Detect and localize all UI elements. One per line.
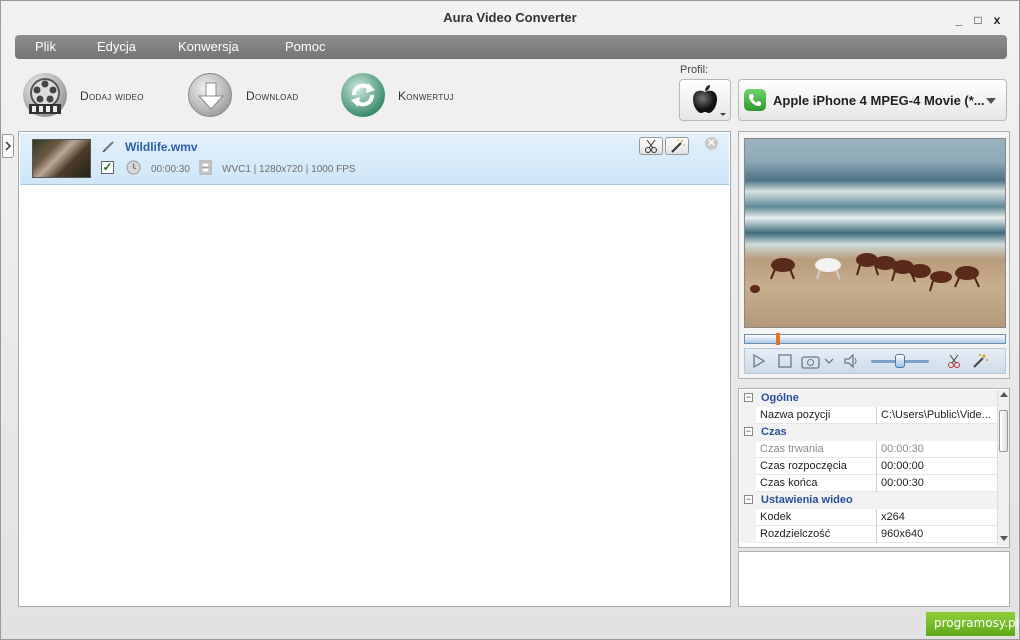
effects-wand-icon[interactable] xyxy=(971,353,989,369)
add-video-label: Dodaj wideo xyxy=(80,89,144,103)
sidebar-toggle-button[interactable] xyxy=(2,134,14,158)
section-label: Ogólne xyxy=(761,392,799,404)
menu-bar: Plik Edycja Konwersja Pomoc xyxy=(15,35,1007,59)
chevron-down-icon xyxy=(986,98,996,104)
video-preview xyxy=(744,138,1006,328)
property-row[interactable]: Kodek x264 xyxy=(740,509,997,526)
apple-logo-icon xyxy=(693,85,726,116)
menu-konwersja[interactable]: Konwersja xyxy=(178,39,239,54)
file-video-info: WVC1 | 1280x720 | 1000 FPS xyxy=(222,164,356,175)
volume-icon[interactable] xyxy=(843,353,861,369)
file-name[interactable]: Wildlife.wmv xyxy=(125,140,198,154)
player-controls xyxy=(744,348,1006,374)
volume-slider-handle[interactable] xyxy=(895,354,905,368)
film-reel-icon xyxy=(23,73,67,117)
row-gutter xyxy=(740,475,756,492)
section-time[interactable]: − Czas xyxy=(740,424,997,441)
effects-button[interactable] xyxy=(665,137,689,155)
row-gutter xyxy=(740,526,756,543)
properties-scrollbar[interactable] xyxy=(997,390,1009,546)
file-checkbox[interactable]: ✓ xyxy=(101,161,114,174)
scissors-icon xyxy=(645,139,657,153)
download-arrow-icon xyxy=(188,73,232,117)
preview-panel xyxy=(738,131,1010,379)
property-value[interactable]: 00:00:30 xyxy=(876,475,997,492)
profile-select[interactable]: Apple iPhone 4 MPEG-4 Movie (*... xyxy=(738,79,1007,121)
property-key: Kodek xyxy=(760,511,792,523)
snapshot-dropdown-icon[interactable] xyxy=(824,353,834,369)
snapshot-camera-icon[interactable] xyxy=(801,353,821,369)
app-window: Aura Video Converter _ □ x Plik Edycja K… xyxy=(0,0,1020,640)
row-gutter xyxy=(740,441,756,458)
property-key: Czas rozpoczęcia xyxy=(760,460,847,472)
horses-scene xyxy=(750,253,980,293)
section-video-settings[interactable]: − Ustawienia wideo xyxy=(740,492,997,509)
seek-handle[interactable] xyxy=(776,333,780,345)
minimize-button[interactable]: _ xyxy=(952,13,966,27)
property-row[interactable]: Czas trwania 00:00:30 xyxy=(740,441,997,458)
remove-file-icon[interactable]: ✕ xyxy=(705,137,718,150)
file-list-item[interactable]: Wildlife.wmv ✓ 00:00:30 WVC1 | 1280x720 … xyxy=(20,133,729,185)
seek-bar[interactable] xyxy=(744,333,1006,345)
film-strip-icon xyxy=(199,160,212,178)
property-value[interactable]: 00:00:00 xyxy=(876,458,997,475)
magic-wand-icon xyxy=(671,139,685,153)
menu-pomoc[interactable]: Pomoc xyxy=(285,39,325,54)
clock-icon xyxy=(126,160,141,178)
convert-arrows-icon xyxy=(341,73,385,117)
properties-grid: − Ogólne Nazwa pozycji C:\Users\Public\V… xyxy=(738,388,1010,548)
property-value: 00:00:30 xyxy=(876,441,997,458)
property-row[interactable]: Czas rozpoczęcia 00:00:00 xyxy=(740,458,997,475)
property-value[interactable]: x264 xyxy=(876,509,997,526)
file-duration: 00:00:30 xyxy=(151,164,190,175)
property-value[interactable]: C:\Users\Public\Vide... xyxy=(876,407,997,424)
scroll-down-icon[interactable] xyxy=(1000,536,1008,541)
maximize-button[interactable]: □ xyxy=(971,13,985,27)
file-list: Wildlife.wmv ✓ 00:00:30 WVC1 | 1280x720 … xyxy=(18,131,731,607)
collapse-icon[interactable]: − xyxy=(744,495,753,504)
edit-pencil-icon[interactable] xyxy=(102,139,116,156)
download-label: Download xyxy=(246,89,299,103)
section-label: Ustawienia wideo xyxy=(761,494,853,506)
scroll-up-icon[interactable] xyxy=(1000,392,1008,397)
stop-icon[interactable] xyxy=(777,353,793,369)
play-icon[interactable] xyxy=(751,353,767,369)
trim-scissors-icon[interactable] xyxy=(945,353,963,369)
profile-device-button[interactable] xyxy=(679,79,731,121)
row-gutter xyxy=(740,407,756,424)
add-video-button[interactable]: Dodaj wideo xyxy=(23,71,168,123)
chevron-right-icon xyxy=(5,141,12,151)
section-general[interactable]: − Ogólne xyxy=(740,390,997,407)
phone-icon xyxy=(744,89,766,111)
property-key: Czas końca xyxy=(760,477,818,489)
download-button[interactable]: Download xyxy=(188,71,323,123)
property-row[interactable]: Czas końca 00:00:30 xyxy=(740,475,997,492)
menu-plik[interactable]: Plik xyxy=(35,39,56,54)
property-value[interactable]: 960x640 xyxy=(876,526,997,543)
description-panel xyxy=(738,551,1010,607)
title-bar: Aura Video Converter _ □ x xyxy=(1,1,1019,35)
property-key: Rozdzielczość xyxy=(760,528,831,540)
property-key: Nazwa pozycji xyxy=(760,409,831,421)
property-row[interactable]: Nazwa pozycji C:\Users\Public\Vide... xyxy=(740,407,997,424)
row-gutter xyxy=(740,509,756,526)
property-key: Czas trwania xyxy=(760,443,824,455)
trim-button[interactable] xyxy=(639,137,663,155)
scroll-thumb[interactable] xyxy=(999,410,1008,452)
close-button[interactable]: x xyxy=(990,13,1004,27)
video-thumbnail xyxy=(32,139,91,178)
convert-button[interactable]: Konwertuj xyxy=(341,71,481,123)
menu-edycja[interactable]: Edycja xyxy=(97,39,136,54)
property-row[interactable]: Rozdzielczość 960x640 xyxy=(740,526,997,543)
convert-label: Konwertuj xyxy=(398,89,454,103)
watermark-logo: programosy.pl xyxy=(926,612,1019,636)
collapse-icon[interactable]: − xyxy=(744,427,753,436)
window-title: Aura Video Converter xyxy=(443,10,577,25)
profile-label: Profil: xyxy=(680,64,709,76)
collapse-icon[interactable]: − xyxy=(744,393,753,402)
row-gutter xyxy=(740,458,756,475)
profile-select-value: Apple iPhone 4 MPEG-4 Movie (*... xyxy=(773,93,985,108)
section-label: Czas xyxy=(761,426,787,438)
